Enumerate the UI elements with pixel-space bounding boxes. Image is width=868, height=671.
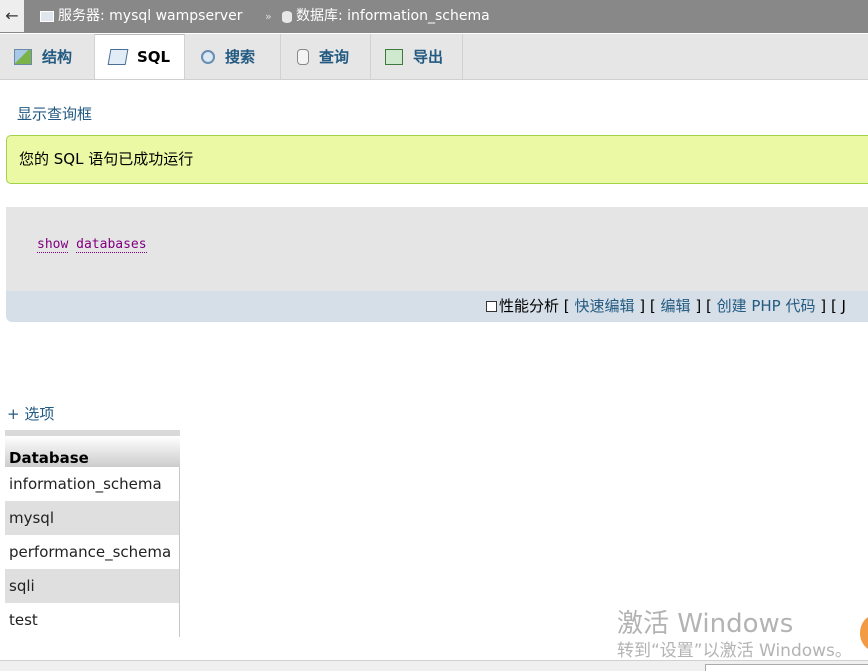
tab-search-label: 搜索 [225,48,256,66]
show-query-box-link[interactable]: 显示查询框 [17,103,92,124]
sql-keyword-show[interactable]: show [37,237,69,253]
export-icon [385,48,403,65]
back-arrow-icon[interactable]: ← [0,0,24,32]
bracket: ] [639,297,646,315]
tab-export[interactable]: 导出 [371,34,463,79]
sql-code: show databases [37,237,147,253]
structure-icon [14,48,32,65]
result-table: Database information_schema mysql perfor… [5,430,180,637]
top-breadcrumb-bar: ← 服务器: mysql wampserver » 数据库: informati… [0,0,868,33]
bracket: [ [649,297,656,315]
profiling-label[interactable]: 性能分析 [499,297,559,315]
success-message: 您的 SQL 语句已成功运行 [6,135,868,184]
breadcrumb-database[interactable]: 数据库: information_schema [282,0,490,33]
table-row[interactable]: information_schema [5,467,179,501]
breadcrumb-database-label[interactable]: 数据库: information_schema [296,0,490,33]
sql-keyword-databases[interactable]: databases [76,237,147,253]
database-icon [282,10,292,23]
watermark-line-1: 激活 Windows [617,609,794,639]
create-php-code-link[interactable]: 创建 PHP 代码 [717,297,816,315]
tab-structure[interactable]: 结构 [0,34,95,79]
tab-sql-label: SQL [137,48,171,66]
breadcrumb-server-label[interactable]: 服务器: mysql wampserver [58,0,242,33]
column-header-database[interactable]: Database [5,430,180,467]
bracket: ] [695,297,702,315]
query-toolbar: 性能分析 [ 快速编辑 ] [ 编辑 ] [ 创建 PHP 代码 ] [ J [6,291,868,322]
bracket: [ [563,297,570,315]
tab-structure-label: 结构 [42,48,73,66]
sql-icon [107,49,129,65]
breadcrumb-server[interactable]: 服务器: mysql wampserver [40,0,242,33]
result-rows: information_schema mysql performance_sch… [5,467,180,637]
quick-edit-link[interactable]: 快速编辑 [574,297,634,315]
breadcrumb-separator: » [265,10,272,23]
query-icon [297,48,309,65]
truncated-link: [ J [830,297,846,315]
watermark-line-2: 转到“设置”以激活 Windows。 [617,641,852,661]
table-row[interactable]: performance_schema [5,535,179,569]
table-row[interactable]: mysql [5,501,179,535]
query-toolbar-actions: 性能分析 [ 快速编辑 ] [ 编辑 ] [ 创建 PHP 代码 ] [ J [486,291,846,322]
profiling-checkbox[interactable] [486,301,497,312]
server-icon [40,11,54,22]
tab-search[interactable]: 搜索 [185,34,281,79]
tab-query-label: 查询 [319,48,350,66]
tab-sql[interactable]: SQL [95,34,185,79]
sql-query-box: show databases [6,207,868,291]
options-link[interactable]: + 选项 [7,403,54,424]
bracket: [ [705,297,712,315]
tab-query[interactable]: 查询 [281,34,371,79]
tab-bar: 结构 SQL 搜索 查询 导出 [0,33,868,80]
tab-export-label: 导出 [413,48,444,66]
bracket: ] [820,297,827,315]
edit-link[interactable]: 编辑 [661,297,691,315]
floating-orange-button[interactable] [860,615,868,651]
search-icon [201,49,215,64]
windows-activation-watermark: 激活 Windows 转到“设置”以激活 Windows。 [617,608,852,662]
table-row[interactable]: test [5,603,179,637]
table-row[interactable]: sqli [5,569,179,603]
